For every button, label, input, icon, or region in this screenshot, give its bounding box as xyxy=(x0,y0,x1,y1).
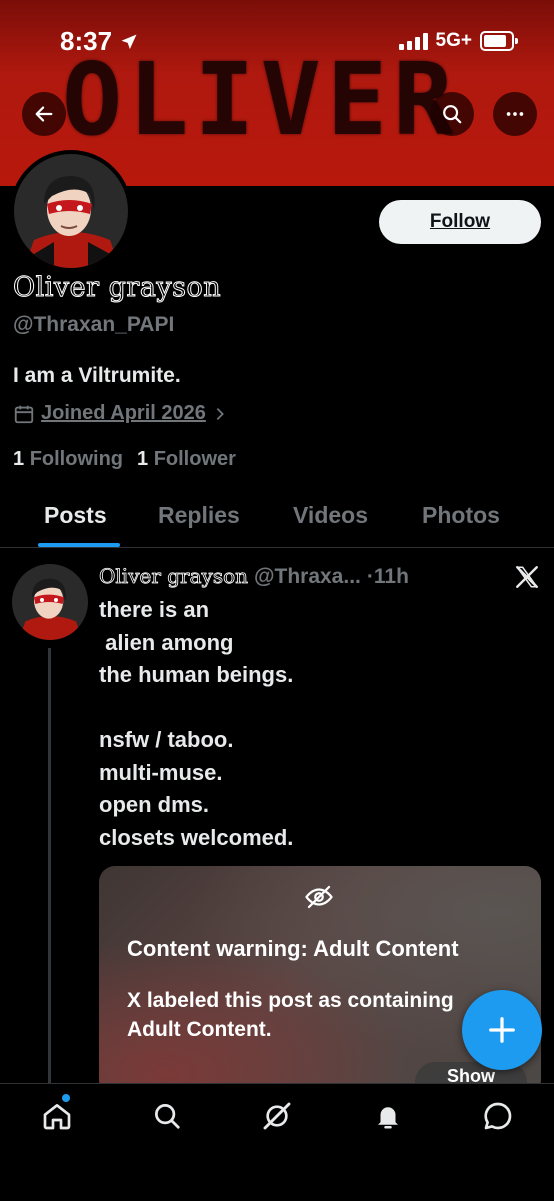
compose-post-button[interactable] xyxy=(462,990,542,1070)
plus-icon xyxy=(489,1017,515,1043)
tab-photos[interactable]: Photos xyxy=(422,502,500,529)
status-bar: 8:37 5G+ xyxy=(0,0,554,90)
post-timestamp[interactable]: ·11h xyxy=(367,565,409,589)
active-tab-indicator xyxy=(38,543,120,547)
status-time: 8:37 xyxy=(60,26,139,57)
post-author-name[interactable]: Oliver grayson xyxy=(99,564,249,589)
notifications-icon xyxy=(378,1107,398,1129)
followers-count: 1 xyxy=(137,448,149,470)
following-count: 1 xyxy=(13,448,25,470)
followers-link[interactable]: 1 Follower xyxy=(137,448,236,471)
joined-date[interactable]: Joined April 2026 xyxy=(13,402,228,425)
profile-avatar[interactable] xyxy=(10,150,132,272)
followers-label: Follower xyxy=(153,448,236,470)
follow-counts: 1 Following 1 Follower xyxy=(13,448,236,471)
search-icon xyxy=(443,105,462,124)
nav-search[interactable] xyxy=(147,1096,187,1136)
content-warning-body: X labeled this post as containing Adult … xyxy=(127,989,454,1041)
tab-posts[interactable]: Posts xyxy=(44,502,107,529)
avatar-image xyxy=(12,564,88,640)
status-indicators: 5G+ xyxy=(398,30,518,52)
profile-display-name: Oliver grayson xyxy=(12,272,222,304)
post-avatar[interactable] xyxy=(12,564,88,640)
post-header: Oliver grayson @Thraxa... ·11h xyxy=(99,564,409,589)
calendar-icon xyxy=(14,405,34,423)
bottom-navigation xyxy=(0,1083,554,1201)
content-warning-title: Content warning: Adult Content xyxy=(127,936,459,961)
search-button[interactable] xyxy=(430,92,474,136)
network-label: 5G+ xyxy=(435,30,472,51)
thread-line xyxy=(48,648,51,1088)
nav-home[interactable] xyxy=(37,1096,77,1136)
tab-videos[interactable]: Videos xyxy=(293,502,368,529)
grok-icon xyxy=(263,1102,291,1130)
messages-icon xyxy=(484,1102,512,1130)
avatar-image xyxy=(14,154,128,268)
arrow-left-icon xyxy=(35,106,53,122)
x-logo-icon[interactable] xyxy=(514,564,540,595)
nav-notifications[interactable] xyxy=(368,1096,408,1136)
profile-tabs: Posts Replies Videos Photos xyxy=(0,495,554,548)
home-notification-dot xyxy=(62,1094,70,1102)
post-author-handle[interactable]: @Thraxa... xyxy=(254,565,361,589)
battery-icon xyxy=(480,31,518,51)
content-warning-card[interactable]: Content warning: Adult Content X labeled… xyxy=(99,866,541,1096)
tab-replies[interactable]: Replies xyxy=(158,502,240,529)
home-icon xyxy=(43,1104,71,1130)
nav-messages[interactable] xyxy=(478,1096,518,1136)
follow-button[interactable]: Follow xyxy=(379,200,541,244)
following-label: Following xyxy=(29,448,123,470)
profile-bio: I am a Viltrumite. xyxy=(13,364,181,387)
profile-handle: @Thraxan_PAPI xyxy=(13,313,175,336)
eye-off-icon xyxy=(305,885,333,909)
location-arrow-icon xyxy=(121,34,137,50)
nav-grok[interactable] xyxy=(257,1096,297,1136)
post-text: there is an alien among the human beings… xyxy=(99,597,294,850)
more-horizontal-icon xyxy=(506,112,524,116)
more-button[interactable] xyxy=(493,92,537,136)
joined-text: Joined April 2026 xyxy=(41,402,206,424)
back-button[interactable] xyxy=(22,92,66,136)
following-link[interactable]: 1 Following xyxy=(13,448,123,471)
signal-icon xyxy=(398,32,428,50)
search-icon xyxy=(155,1104,180,1129)
chevron-right-icon xyxy=(216,407,224,420)
